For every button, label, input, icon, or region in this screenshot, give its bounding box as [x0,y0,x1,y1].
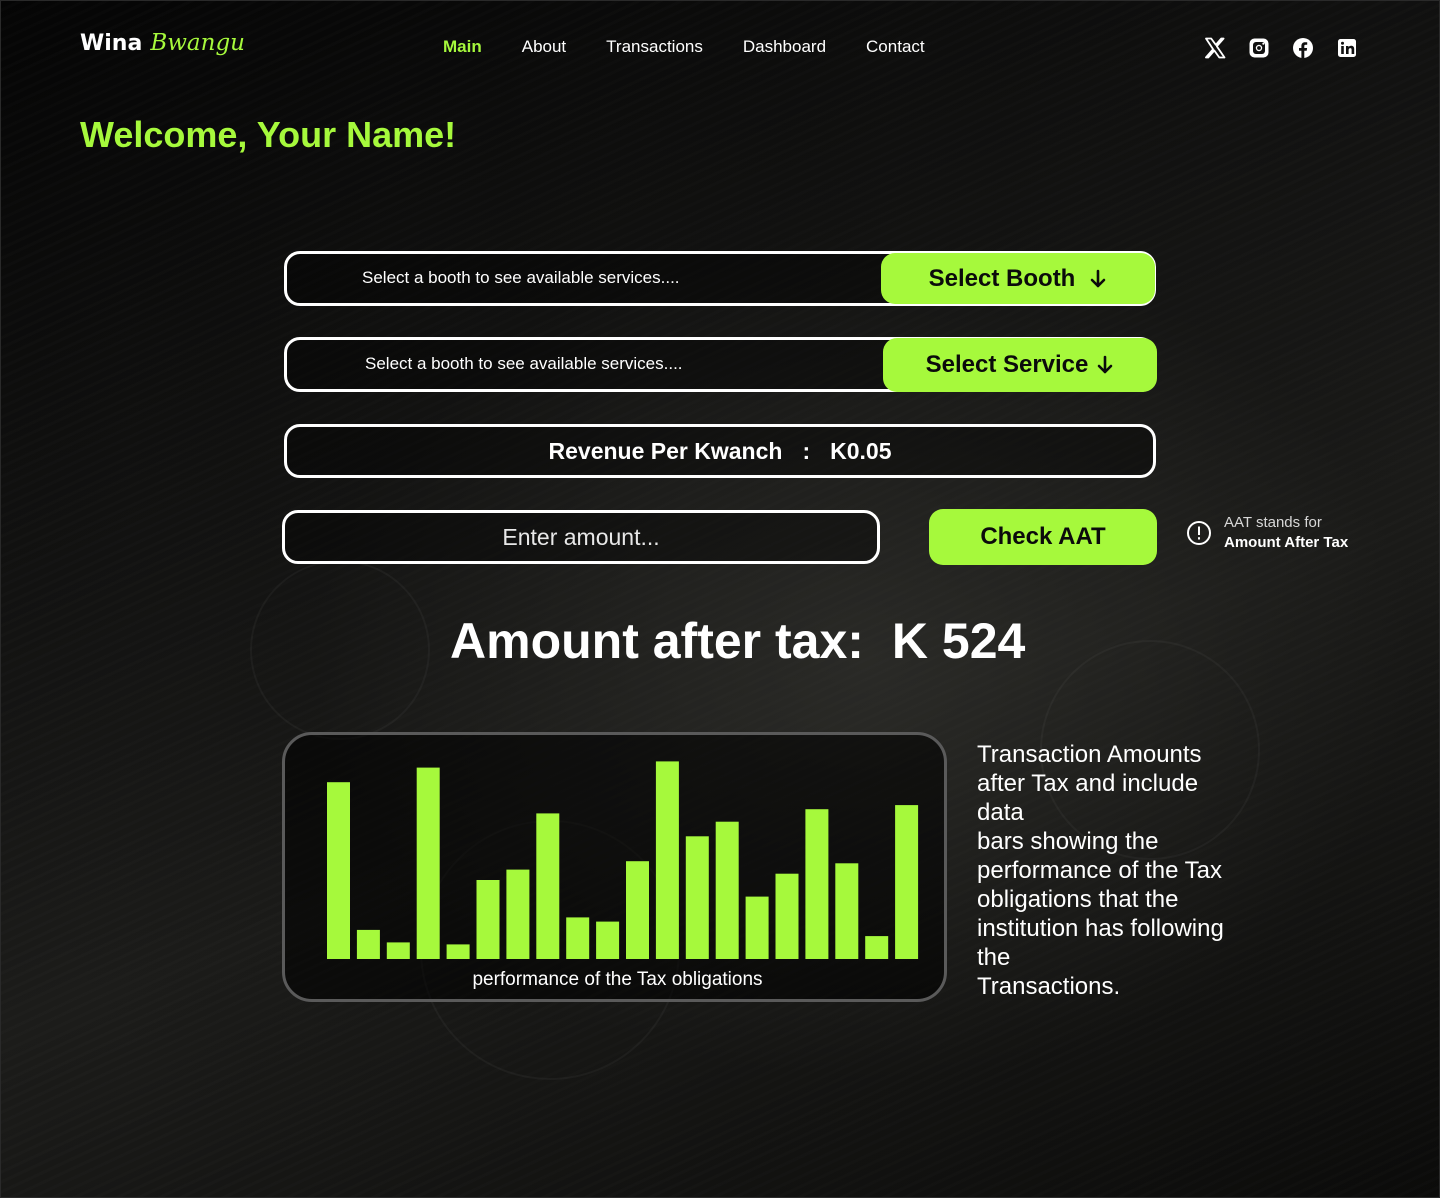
description-line: after Tax and include [977,770,1199,797]
aat-result: Amount after tax: K 524 [450,612,1025,670]
description-line: bars showing the [977,828,1159,855]
description-line: Transactions. [977,973,1121,1000]
welcome-heading: Welcome, Your Name! [80,114,457,155]
linkedin-icon[interactable] [1335,36,1359,60]
brand-name: Wina [80,31,143,56]
description-line: Transaction Amounts [977,741,1202,768]
description-line: performance of the Tax [977,857,1223,884]
instagram-icon[interactable] [1247,36,1271,60]
main-nav: Main About Transactions Dashboard Contac… [443,37,925,57]
info-icon [1187,521,1211,545]
brand-accent: Bwangu [150,30,245,56]
result-label: Amount after tax: [450,613,864,669]
info-line-1: AAT stands for [1224,514,1322,531]
social-links [1203,36,1359,60]
nav-item-about[interactable]: About [522,37,566,57]
info-line-2: Amount After Tax [1224,534,1349,551]
facebook-icon[interactable] [1291,36,1315,60]
nav-item-transactions[interactable]: Transactions [606,37,703,57]
description-line: the [977,944,1011,971]
chart-description: Transaction Amounts after Tax and include… [977,740,1277,1001]
description-line: obligations that the [977,886,1179,913]
brand-logo[interactable]: Wina Bwangu [80,30,245,56]
result-value: K 524 [891,613,1026,669]
page-frame [0,0,1440,1198]
x-icon[interactable] [1203,36,1227,60]
nav-item-main[interactable]: Main [443,37,482,57]
nav-item-contact[interactable]: Contact [866,37,925,57]
aat-info: AAT stands for Amount After Tax [1186,513,1348,553]
nav-item-dashboard[interactable]: Dashboard [743,37,826,57]
description-line: data [977,799,1024,826]
description-line: institution has following [977,915,1224,942]
